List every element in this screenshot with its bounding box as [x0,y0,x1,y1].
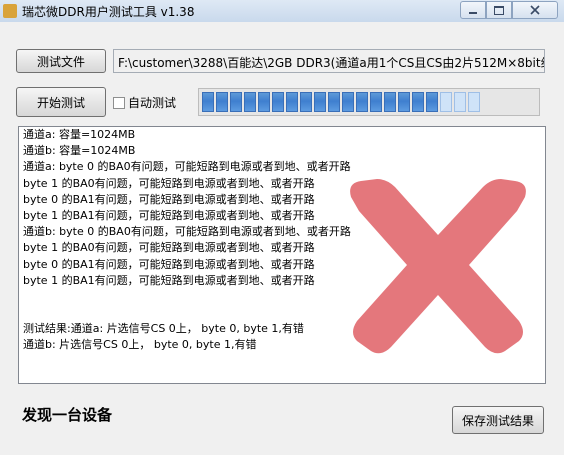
progress-segment [216,92,228,112]
progress-segment [370,92,382,112]
log-lines: 通道a: 容量=1024MB 通道b: 容量=1024MB 通道a: byte 0 … [23,127,543,354]
log-line: 通道b: 片选信号CS 0上， byte 0, byte 1,有错 [23,338,257,352]
progress-segment [300,92,312,112]
progress-segment [202,92,214,112]
progress-segment [272,92,284,112]
window-title: 瑞芯微DDR用户测试工具 v1.38 [22,5,195,19]
maximize-icon [494,5,504,15]
minimize-button[interactable] [460,1,486,19]
title-bar: 瑞芯微DDR用户测试工具 v1.38 [0,0,564,22]
progress-segment [454,92,466,112]
save-results-button[interactable]: 保存测试结果 [452,406,544,434]
test-file-button[interactable]: 测试文件 [16,49,106,73]
progress-segment [440,92,452,112]
progress-segment [356,92,368,112]
progress-segment [230,92,242,112]
app-icon [3,4,17,18]
log-line: 通道b: 容量=1024MB [23,144,136,158]
close-icon [530,5,540,15]
test-log-area[interactable]: 通道a: 容量=1024MB 通道b: 容量=1024MB 通道a: byte 0 … [18,126,546,384]
progress-segment [328,92,340,112]
log-line: byte 1 的BA1有问题，可能短路到电源或者到地、或者开路 [23,208,315,222]
auto-test-checkbox[interactable]: 自动测试 [113,94,176,111]
start-test-button[interactable]: 开始测试 [16,87,106,117]
progress-segment [412,92,424,112]
log-line: byte 1 的BA0有问题，可能短路到电源或者到地、或者开路 [23,176,315,190]
progress-segment [398,92,410,112]
progress-segment [244,92,256,112]
test-file-path-field[interactable]: F:\customer\3288\百能达\2GB DDR3(通道a用1个CS且C… [113,49,545,73]
log-line: byte 1 的BA1有问题，可能短路到电源或者到地、或者开路 [23,273,315,287]
progress-segment [258,92,270,112]
progress-segment [286,92,298,112]
log-line: 通道b: byte 0 的BA0有问题，可能短路到电源或者到地、或者开路 [23,225,351,239]
log-line: 测试结果:通道a: 片选信号CS 0上， byte 0, byte 1,有错 [23,322,304,336]
log-line: byte 0 的BA1有问题，可能短路到电源或者到地、或者开路 [23,192,315,206]
progress-segment [342,92,354,112]
progress-segment [384,92,396,112]
log-line: byte 0 的BA1有问题，可能短路到电源或者到地、或者开路 [23,257,315,271]
close-button[interactable] [512,1,558,19]
checkbox-box[interactable] [113,96,125,109]
log-line: byte 1 的BA0有问题，可能短路到电源或者到地、或者开路 [23,241,315,255]
maximize-button[interactable] [486,1,512,19]
minimize-icon [469,12,477,14]
test-progress-bar [198,88,540,116]
progress-segment [314,92,326,112]
log-line: 通道a: 容量=1024MB [23,128,136,141]
auto-test-label: 自动测试 [128,96,177,110]
log-line: 通道a: byte 0 的BA0有问题，可能短路到电源或者到地、或者开路 [23,160,351,174]
progress-segment [426,92,438,112]
progress-segment [468,92,480,112]
device-status-text: 发现一台设备 [22,406,113,424]
